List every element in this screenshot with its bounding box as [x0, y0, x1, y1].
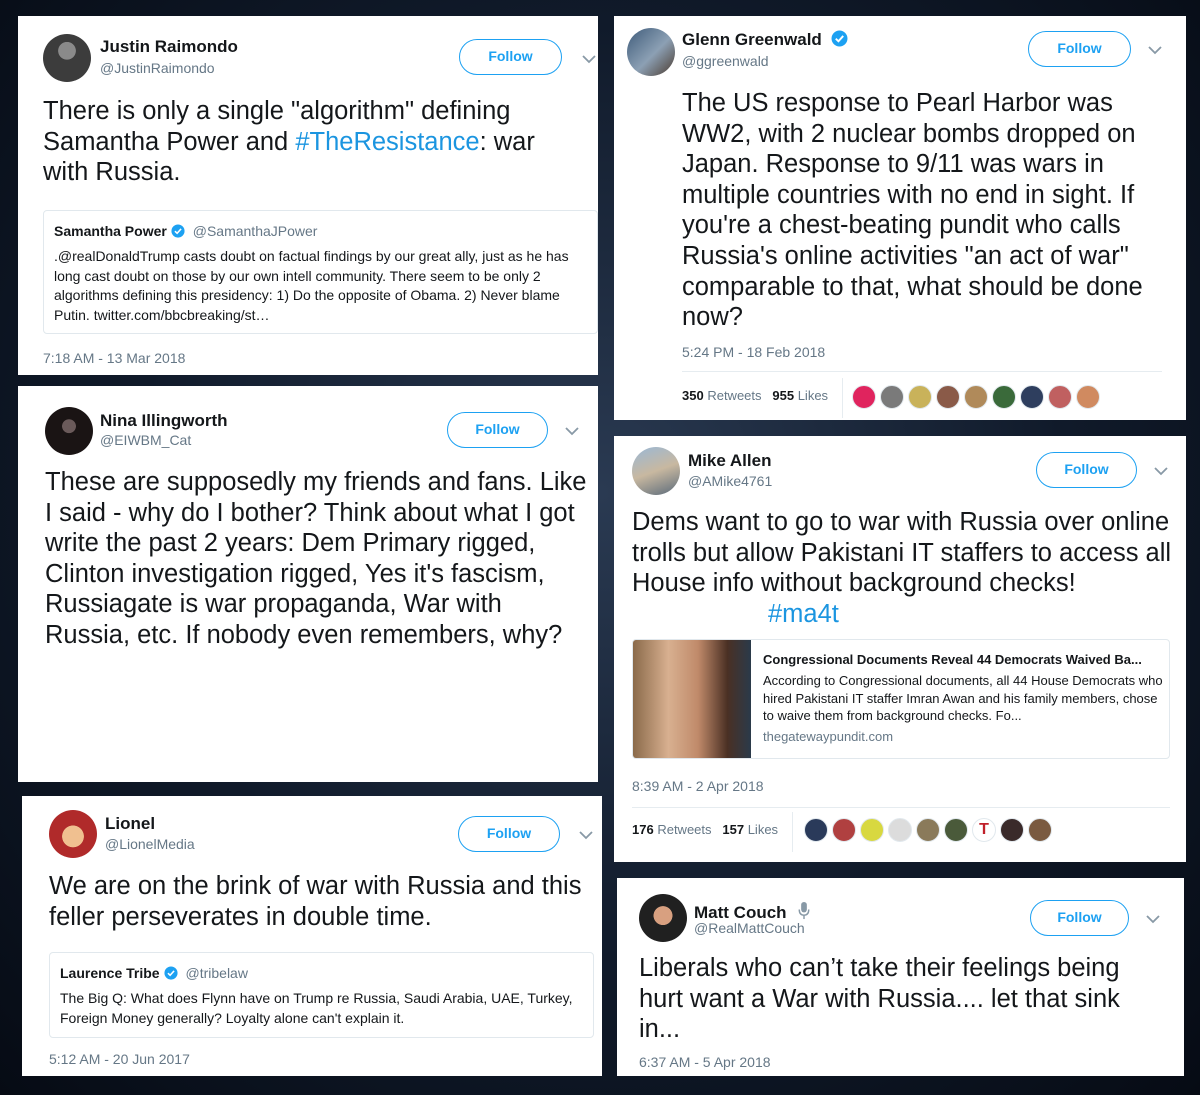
liker-avatar[interactable] — [992, 385, 1016, 409]
avatar[interactable] — [45, 407, 93, 455]
divider — [682, 371, 1162, 372]
liker-avatar[interactable] — [916, 818, 940, 842]
liker-avatar[interactable] — [860, 818, 884, 842]
retweet-count: 350 — [682, 388, 704, 403]
avatar[interactable] — [632, 447, 680, 495]
tweet-text: Liberals who can’t take their feelings b… — [639, 954, 1120, 1044]
user-name[interactable]: Mike Allen — [688, 451, 771, 471]
tweet-stats[interactable]: 350 Retweets 955 Likes — [682, 388, 828, 403]
user-handle[interactable]: @ggreenwald — [682, 53, 769, 69]
tweet-timestamp[interactable]: 6:37 AM - 5 Apr 2018 — [639, 1054, 771, 1070]
user-handle[interactable]: @JustinRaimondo — [100, 60, 215, 76]
quote-author-handle: @tribelaw — [185, 965, 248, 981]
retweet-count: 176 — [632, 822, 654, 837]
chevron-down-icon[interactable] — [1147, 44, 1163, 56]
chevron-down-icon[interactable] — [578, 829, 594, 841]
liker-avatar[interactable] — [1076, 385, 1100, 409]
follow-button[interactable]: Follow — [447, 412, 548, 448]
quote-author-name: Laurence Tribe — [60, 965, 160, 981]
like-count: 157 — [722, 822, 745, 837]
user-name[interactable]: Glenn Greenwald — [682, 30, 848, 50]
user-name[interactable]: Nina Illingworth — [100, 411, 228, 431]
user-handle[interactable]: @AMike4761 — [688, 473, 772, 489]
liker-avatar[interactable] — [936, 385, 960, 409]
liker-avatar[interactable] — [1020, 385, 1044, 409]
tweet-timestamp[interactable]: 5:12 AM - 20 Jun 2017 — [49, 1051, 190, 1067]
liker-avatars[interactable] — [852, 385, 1104, 409]
tweet-text: The US response to Pearl Harbor was WW2,… — [682, 89, 1143, 332]
liker-avatars[interactable]: T — [804, 818, 1056, 842]
tweet-lionel: Lionel @LionelMedia Follow We are on the… — [22, 796, 602, 1076]
avatar[interactable] — [639, 894, 687, 942]
avatar[interactable] — [43, 34, 91, 82]
stats-separator — [842, 378, 843, 418]
liker-avatar[interactable] — [852, 385, 876, 409]
user-name[interactable]: Justin Raimondo — [100, 37, 238, 57]
chevron-down-icon[interactable] — [564, 425, 580, 437]
like-count: 955 — [772, 388, 795, 403]
link-description: According to Congressional documents, al… — [763, 673, 1163, 723]
link-title: Congressional Documents Reveal 44 Democr… — [763, 652, 1142, 667]
stats-separator — [792, 812, 793, 852]
liker-avatar[interactable] — [804, 818, 828, 842]
tweet-justin-raimondo: Justin Raimondo @JustinRaimondo Follow T… — [18, 16, 598, 375]
quoted-tweet[interactable]: Laurence Tribe @tribelaw The Big Q: What… — [49, 952, 594, 1038]
liker-avatar[interactable] — [1028, 818, 1052, 842]
verified-badge-icon — [831, 30, 848, 47]
tweet-timestamp[interactable]: 7:18 AM - 13 Mar 2018 — [43, 350, 185, 366]
quote-author-name: Samantha Power — [54, 223, 167, 239]
chevron-down-icon[interactable] — [1145, 913, 1161, 925]
quote-text: The Big Q: What does Flynn have on Trump… — [60, 990, 573, 1026]
tweet-matt-couch: Matt Couch @RealMattCouch Follow Liberal… — [617, 878, 1184, 1076]
liker-avatar[interactable] — [832, 818, 856, 842]
liker-avatar[interactable] — [880, 385, 904, 409]
quoted-tweet[interactable]: Samantha Power @SamanthaJPower .@realDon… — [43, 210, 598, 334]
user-handle[interactable]: @LionelMedia — [105, 836, 195, 852]
follow-button[interactable]: Follow — [1028, 31, 1131, 67]
verified-badge-icon — [164, 966, 178, 980]
liker-avatar[interactable] — [888, 818, 912, 842]
tweet-timestamp[interactable]: 5:24 PM - 18 Feb 2018 — [682, 344, 825, 360]
follow-button[interactable]: Follow — [1030, 900, 1129, 936]
link-domain: thegatewaypundit.com — [763, 729, 894, 744]
microphone-icon — [798, 901, 810, 920]
tweet-nina-illingworth: Nina Illingworth @EIWBM_Cat Follow These… — [18, 386, 598, 782]
tweet-text: We are on the brink of war with Russia a… — [49, 872, 582, 931]
hashtag-link[interactable]: #ma4t — [768, 600, 839, 628]
follow-button[interactable]: Follow — [1036, 452, 1137, 488]
user-name[interactable]: Lionel — [105, 814, 155, 834]
liker-avatar[interactable] — [944, 818, 968, 842]
liker-avatar[interactable]: T — [972, 818, 996, 842]
chevron-down-icon[interactable] — [1153, 465, 1169, 477]
tweet-mike-allen: Mike Allen @AMike4761 Follow Dems want t… — [614, 436, 1186, 862]
divider — [632, 807, 1170, 808]
tweet-text: Dems want to go to war with Russia over … — [632, 508, 1172, 628]
avatar[interactable] — [49, 810, 97, 858]
tweet-stats[interactable]: 176 Retweets 157 Likes — [632, 822, 778, 837]
hashtag-link[interactable]: #TheResistance — [295, 128, 479, 156]
avatar[interactable] — [627, 28, 675, 76]
user-handle[interactable]: @RealMattCouch — [694, 920, 805, 936]
link-preview-image — [633, 640, 751, 758]
quote-text: .@realDonaldTrump casts doubt on factual… — [54, 248, 569, 323]
chevron-down-icon[interactable] — [581, 53, 597, 65]
tweet-text: These are supposedly my friends and fans… — [45, 468, 587, 649]
follow-button[interactable]: Follow — [459, 39, 562, 75]
liker-avatar[interactable] — [1048, 385, 1072, 409]
liker-avatar[interactable] — [1000, 818, 1024, 842]
verified-badge-icon — [171, 224, 185, 238]
user-handle[interactable]: @EIWBM_Cat — [100, 432, 191, 448]
tweet-text: There is only a single "algorithm" defin… — [43, 97, 535, 187]
follow-button[interactable]: Follow — [458, 816, 560, 852]
liker-avatar[interactable] — [908, 385, 932, 409]
liker-avatar[interactable] — [964, 385, 988, 409]
tweet-timestamp[interactable]: 8:39 AM - 2 Apr 2018 — [632, 778, 764, 794]
link-preview-card[interactable]: Congressional Documents Reveal 44 Democr… — [632, 639, 1170, 759]
quote-author-handle: @SamanthaJPower — [192, 223, 318, 239]
tweet-glenn-greenwald: Glenn Greenwald @ggreenwald Follow The U… — [614, 16, 1186, 420]
